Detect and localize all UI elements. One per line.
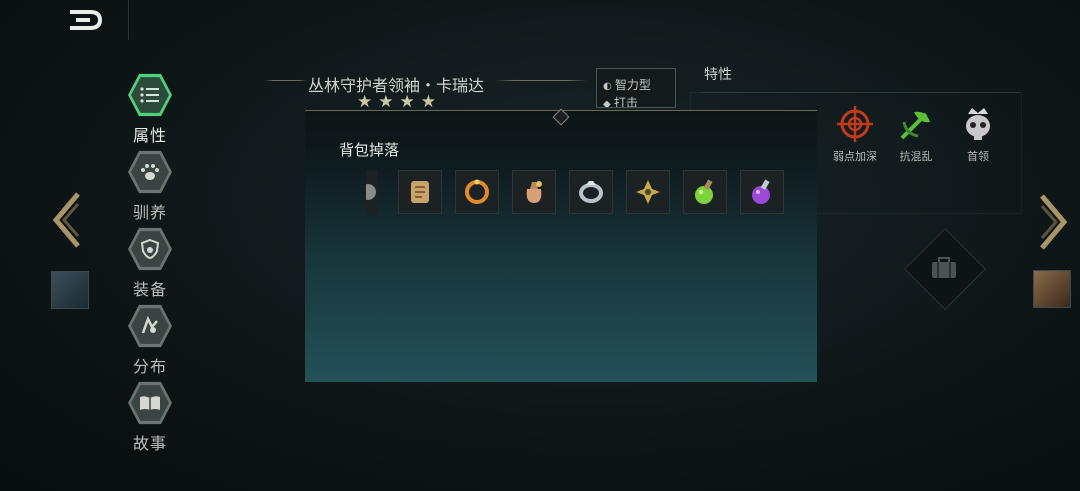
drop-item[interactable] <box>398 170 442 214</box>
purple-potion-icon <box>752 179 770 204</box>
leaf-sword-icon <box>896 104 936 144</box>
back-button[interactable] <box>60 4 106 36</box>
brain-icon: ◐ <box>603 81 615 92</box>
nav-label: 驯养 <box>132 203 167 222</box>
divider <box>700 92 1020 93</box>
nav-item-attributes[interactable]: 属性 <box>122 73 178 146</box>
briefcase-icon <box>930 256 958 284</box>
gold-charm-icon <box>636 180 660 204</box>
traits-title: 特性 <box>704 67 732 83</box>
decor-line <box>495 80 587 81</box>
trait-label: 首领 <box>967 150 989 163</box>
nav-label: 属性 <box>132 126 167 145</box>
bag-icon <box>526 181 542 203</box>
prev-character-avatar[interactable] <box>51 271 89 309</box>
divider <box>128 0 129 40</box>
next-arrow-button[interactable] <box>1038 194 1068 260</box>
star-icon: ★ <box>357 92 373 112</box>
crosshair-icon <box>835 104 875 144</box>
drop-item[interactable] <box>740 170 784 214</box>
nav-item-taming[interactable]: 驯养 <box>122 150 178 223</box>
drop-item[interactable] <box>512 170 556 214</box>
silver-ring-icon <box>579 181 603 203</box>
drop-item[interactable] <box>683 170 727 214</box>
nav-item-distribution[interactable]: 分布 <box>122 304 178 377</box>
skull-crown-icon <box>958 104 998 144</box>
type-label: 智力型 <box>614 78 651 92</box>
back-icon <box>70 10 103 30</box>
trait-anti-chaos[interactable]: 抗混乱 <box>886 104 946 164</box>
star-icon: ★ <box>399 92 415 112</box>
star-rating: ★ ★ ★ ★ <box>357 92 442 112</box>
drop-item[interactable] <box>569 170 613 214</box>
nav-item-story[interactable]: 故事 <box>122 381 178 454</box>
scroll-icon <box>411 181 429 203</box>
star-icon: ★ <box>378 92 394 112</box>
damage-label: 打击 <box>613 96 638 108</box>
star-icon: ★ <box>420 92 436 112</box>
drop-item[interactable] <box>626 170 670 214</box>
chevron-right-icon <box>1040 194 1068 250</box>
trait-weakness[interactable]: 弱点加深 <box>825 104 885 164</box>
drop-item[interactable] <box>455 170 499 214</box>
decor-line <box>265 80 307 81</box>
nav-label: 装备 <box>132 280 167 299</box>
trait-label: 抗混乱 <box>899 150 933 163</box>
nav-item-equipment[interactable]: 装备 <box>122 227 178 300</box>
green-potion-icon <box>695 179 713 204</box>
nav-label: 分布 <box>132 357 167 376</box>
trait-label: 弱点加深 <box>833 150 877 163</box>
item-icon <box>366 184 376 200</box>
nav-label: 故事 <box>132 434 167 453</box>
drop-item-partial[interactable] <box>366 170 378 214</box>
character-type-box: ◐ 智力型 ◆ 打击 <box>596 68 676 108</box>
hammer-icon: ◆ <box>603 99 614 108</box>
next-character-avatar[interactable] <box>1033 270 1071 308</box>
popup-title: 背包掉落 <box>339 141 400 159</box>
ring-icon <box>465 179 489 204</box>
trait-boss[interactable]: 首领 <box>948 104 1008 164</box>
prev-arrow-button[interactable] <box>52 192 82 258</box>
chevron-left-icon <box>52 192 80 248</box>
